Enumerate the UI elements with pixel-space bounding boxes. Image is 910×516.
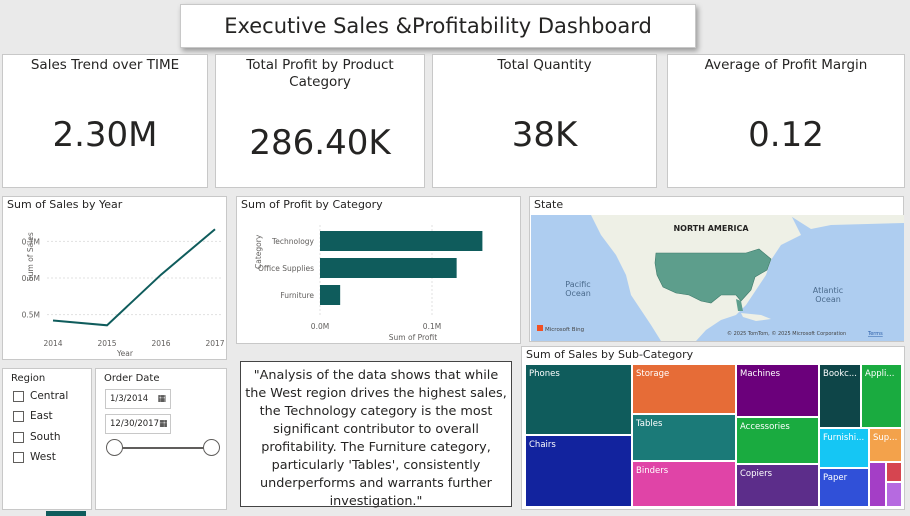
checkbox[interactable] [13,451,24,463]
kpi-label: Average of Profit Margin [704,57,868,73]
date-range-end-handle[interactable] [203,439,220,456]
treemap-tile-tables[interactable]: Tables [632,414,736,461]
line-x-axis-label: Year [116,349,134,358]
treemap-card[interactable]: Sum of Sales by Sub-Category Phones Chai… [521,346,905,510]
page-tab-indicator[interactable] [46,511,86,516]
bar-x-tick-label: 0.1M [423,322,441,331]
kpi-value: 2.30M [52,115,158,155]
region-option-central[interactable]: Central [13,390,68,402]
bar-category-label: Technology [271,237,315,246]
treemap-tile-accessories[interactable]: Accessories [736,417,819,464]
region-option-south[interactable]: South [13,431,61,443]
map-area[interactable]: NORTH AMERICA Pacific Ocean Atlantic Oce… [531,215,904,341]
bar-furniture[interactable] [320,285,341,305]
map-bing-label: Microsoft Bing [545,327,584,333]
treemap-tile-small-3[interactable] [886,482,902,507]
bar-technology[interactable] [320,231,483,251]
map-title: State [534,198,564,211]
line-x-tick-label: 2014 [43,339,62,348]
option-label: East [30,410,53,422]
bar-x-tick-label: 0.0M [311,322,329,331]
treemap-tile-furnishings[interactable]: Furnishi... [819,428,869,468]
treemap-title: Sum of Sales by Sub-Category [526,348,694,361]
line-x-tick-label: 2017 [205,339,224,348]
order-date-slicer[interactable]: Order Date 1/3/2014 ▦ 12/30/2017 ▦ [95,368,227,510]
date-range-start-handle[interactable] [106,439,123,456]
map-card[interactable]: State NORTH AMERICA Pacific Ocean Atlant… [529,196,904,342]
line-y-axis-label: Sum of Sales [26,232,35,281]
map-terms-link[interactable]: Terms [867,331,883,337]
kpi-card-total-quantity[interactable]: Total Quantity 38K [432,54,657,188]
line-x-tick-label: 2015 [97,339,116,348]
option-label: West [30,451,56,463]
bing-logo-icon [537,325,543,331]
treemap-tile-paper[interactable]: Paper [819,468,869,507]
kpi-card-total-profit[interactable]: Total Profit by Product Category 286.40K [215,54,425,188]
map-label-pacific-1: Pacific [565,280,590,289]
end-date-input[interactable]: 12/30/2017 ▦ [105,414,171,434]
sales-line-series [52,228,216,327]
kpi-value: 0.12 [748,115,824,155]
checkbox[interactable] [13,431,24,443]
bar-y-axis-label: Category [254,234,263,269]
map-label-continent: NORTH AMERICA [673,224,749,233]
treemap-tile-supplies[interactable]: Sup... [869,428,902,462]
option-label: Central [30,390,69,402]
order-date-slicer-title: Order Date [104,373,160,384]
dashboard-title: Executive Sales &Profitability Dashboard [224,14,652,38]
kpi-label: Total Quantity [497,57,592,73]
treemap-tile-chairs[interactable]: Chairs [525,435,632,507]
line-y-tick-label: 0.5M [22,311,40,320]
bar-chart-svg: Technology Office Supplies Furniture 0.0M 0… [254,225,483,342]
kpi-card-sales-trend[interactable]: Sales Trend over TIME 2.30M [2,54,208,188]
kpi-label: Total Profit by Product Category [246,57,394,90]
treemap-tile-small-2[interactable] [886,462,902,482]
kpi-value: 38K [511,115,578,155]
region-slicer[interactable]: Region Central East South West [2,368,92,510]
treemap-tile-binders[interactable]: Binders [632,461,736,507]
line-x-tick-label: 2016 [151,339,170,348]
region-slicer-title: Region [11,373,46,384]
treemap-tile-bookcases[interactable]: Bookc... [819,364,861,428]
region-option-west[interactable]: West [13,451,56,463]
calendar-icon[interactable]: ▦ [159,419,168,429]
treemap-tile-machines[interactable]: Machines [736,364,819,417]
end-date-value: 12/30/2017 [110,419,159,429]
dashboard-title-box: Executive Sales &Profitability Dashboard [180,4,696,48]
bar-category-label: Office Supplies [258,264,314,273]
calendar-icon[interactable]: ▦ [157,394,166,404]
start-date-input[interactable]: 1/3/2014 ▦ [105,389,171,409]
date-range-slider-track[interactable] [115,447,211,449]
kpi-label: Sales Trend over TIME [30,57,180,73]
line-chart-card[interactable]: Sum of Sales by Year 0.7M 0.6M 0.5M 2014 20… [2,196,227,360]
bar-x-axis-label: Sum of Profit [389,333,437,342]
region-option-east[interactable]: East [13,410,53,422]
bar-chart-card[interactable]: Sum of Profit by Category Technology Offi… [236,196,521,344]
kpi-value: 286.40K [249,123,391,163]
option-label: South [30,431,61,443]
kpi-card-profit-margin[interactable]: Average of Profit Margin 0.12 [667,54,905,188]
insight-text: "Analysis of the data shows that while t… [245,368,507,509]
bar-office-supplies[interactable] [320,258,457,278]
checkbox[interactable] [13,410,24,422]
map-label-pacific-2: Ocean [565,289,591,298]
treemap-tile-appliances[interactable]: Appli... [861,364,902,428]
map-copyright: © 2025 TomTom, © 2025 Microsoft Corporat… [727,330,846,337]
map-label-atlantic-2: Ocean [815,295,841,304]
map-label-atlantic-1: Atlantic [813,286,843,295]
treemap-tile-storage[interactable]: Storage [632,364,736,414]
treemap-tile-phones[interactable]: Phones [525,364,632,435]
line-chart-svg: 0.7M0.6M0.5M 2014 2015 2016 2017 Sum of Sal… [22,228,225,358]
checkbox[interactable] [13,390,24,402]
treemap-tile-small-1[interactable] [869,462,886,507]
bar-category-label: Furniture [280,291,314,300]
insight-text-box: "Analysis of the data shows that while t… [240,361,512,509]
start-date-value: 1/3/2014 [110,394,149,404]
treemap-tile-copiers[interactable]: Copiers [736,464,819,507]
